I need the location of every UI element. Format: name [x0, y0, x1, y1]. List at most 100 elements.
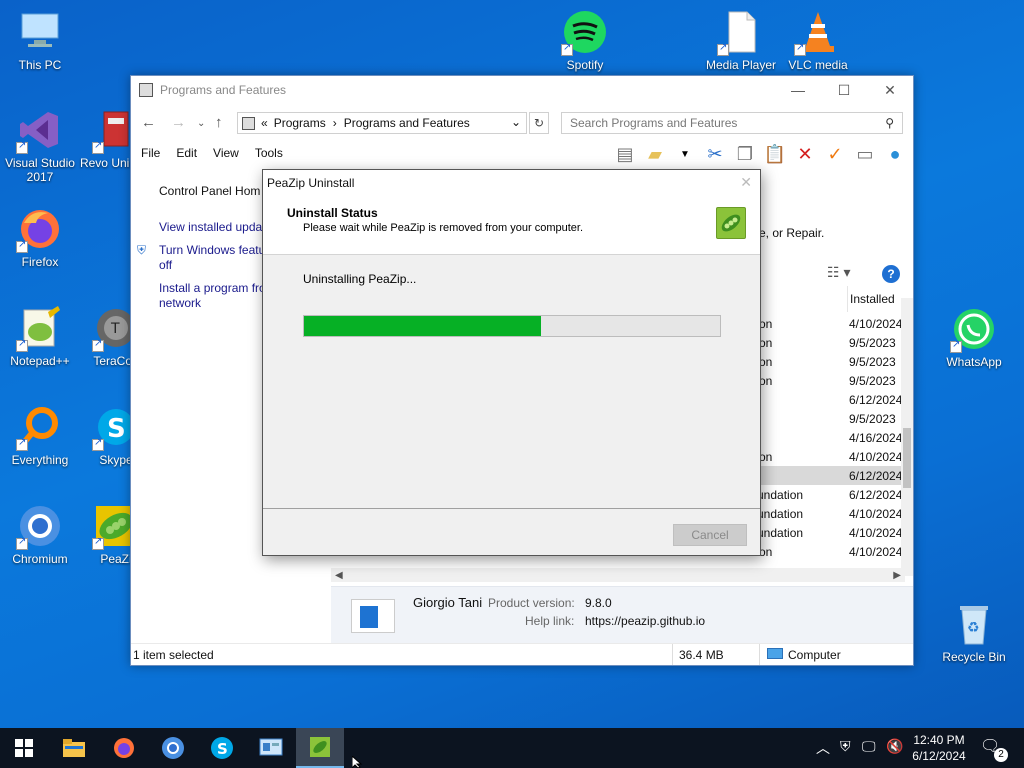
desktop-icon-label: Media Player [705, 58, 777, 72]
scrollbar-thumb[interactable] [903, 428, 911, 488]
windows-features-link[interactable]: ⛨ Turn Windows featu off [137, 243, 269, 273]
forward-arrow-icon[interactable]: → [171, 114, 186, 131]
breadcrumb-overflow[interactable]: « [261, 116, 268, 130]
clock[interactable]: 12:40 PM 6/12/2024 [906, 732, 972, 764]
dialog-close-icon[interactable]: ✕ [740, 174, 752, 191]
peazip-uninstall-dialog[interactable]: PeaZip Uninstall ✕ Uninstall Status Plea… [262, 169, 761, 556]
scroll-right-icon[interactable]: ▶ [893, 570, 901, 581]
refresh-button[interactable]: ↻ [529, 112, 549, 134]
view-options-icon[interactable]: ☷ ▾ [827, 264, 850, 281]
menu-view[interactable]: View [213, 146, 239, 160]
cut-icon[interactable]: ✂ [703, 142, 727, 166]
breadcrumb-separator: › [332, 116, 337, 130]
left-pane: Control Panel Hom View installed updat ⛨… [137, 184, 269, 311]
svg-text:T: T [110, 321, 120, 337]
checkmark-icon[interactable]: ✓ [823, 142, 847, 166]
dialog-titlebar[interactable]: PeaZip Uninstall [263, 170, 760, 195]
search-input[interactable]: Search Programs and Features ⚲ [561, 112, 903, 134]
maximize-button[interactable]: ☐ [821, 76, 867, 104]
desktop-icon-firefox[interactable]: Firefox [0, 205, 80, 269]
desktop-icon-label: Spotify [566, 58, 604, 72]
breadcrumb-programs-features[interactable]: Programs and Features [344, 116, 470, 130]
spotify-icon [561, 8, 609, 56]
close-button[interactable]: ✕ [867, 76, 913, 104]
recent-dropdown-icon[interactable]: ⌄ [197, 118, 205, 129]
desktop-icon-label: Everything [11, 453, 69, 467]
taskbar-peazip-uninstall[interactable] [296, 728, 344, 768]
desktop-icon-this-pc[interactable]: This PC [0, 8, 80, 72]
volume-muted-icon[interactable]: 🔇 [886, 738, 903, 755]
start-button[interactable] [0, 728, 48, 768]
row-install-date: 4/10/2024 [849, 507, 903, 521]
taskbar-skype[interactable]: S [198, 728, 246, 768]
desktop-icon-media-player[interactable]: Media Player [701, 8, 781, 72]
copy-icon[interactable]: ❐ [733, 142, 757, 166]
row-publisher: undation [757, 526, 804, 540]
menu-edit[interactable]: Edit [176, 146, 197, 160]
tray-overflow-chevron-icon[interactable]: ︿ [816, 738, 830, 758]
desktop-icon-label: WhatsApp [946, 355, 1002, 369]
status-divider [672, 644, 673, 665]
security-icon[interactable]: ⛨ [840, 738, 851, 755]
window-titlebar[interactable]: Programs and Features — ☐ ✕ [131, 76, 913, 104]
column-header-installed[interactable]: Installed [847, 286, 909, 312]
taskbar-file-explorer[interactable] [50, 728, 98, 768]
desktop-icon-label: Firefox [21, 255, 59, 269]
dropdown-icon[interactable]: ▼ [673, 142, 697, 166]
skype-icon: S [211, 737, 233, 759]
menu-bar: File Edit View Tools [141, 146, 283, 160]
row-install-date: 6/12/2024 [849, 469, 903, 483]
folder-icon[interactable]: ▰ [643, 142, 667, 166]
globe-icon[interactable]: ● [883, 142, 907, 166]
address-bar[interactable]: « Programs › Programs and Features ⌄ [237, 112, 527, 134]
desktop-icon-label: VLC media [788, 58, 848, 72]
notification-center-button[interactable]: 🗨 2 [980, 736, 1008, 762]
firefox-icon [114, 738, 134, 758]
control-panel-home-link[interactable]: Control Panel Hom [159, 184, 269, 199]
everything-search-icon [16, 403, 64, 451]
row-install-date: 4/10/2024 [849, 317, 903, 331]
dialog-header: Uninstall Status Please wait while PeaZi… [263, 195, 760, 255]
status-location: Computer [788, 648, 841, 662]
details-pane: Giorgio Tani Product version: 9.8.0 Help… [331, 586, 913, 644]
product-version-label: Product version: [488, 596, 575, 610]
install-from-network-link[interactable]: Install a program fro network [159, 281, 269, 311]
taskbar-chromium[interactable] [149, 728, 197, 768]
up-arrow-icon[interactable]: ↑ [215, 114, 223, 131]
menu-file[interactable]: File [141, 146, 160, 160]
address-dropdown-icon[interactable]: ⌄ [511, 115, 521, 129]
help-link-value[interactable]: https://peazip.github.io [585, 614, 705, 628]
control-panel-icon [259, 738, 283, 756]
desktop-icon-vlc[interactable]: VLC media [778, 8, 858, 72]
menu-tools[interactable]: Tools [255, 146, 283, 160]
vertical-scrollbar[interactable] [901, 298, 913, 576]
desktop-icon-notepadpp[interactable]: Notepad++ [0, 304, 80, 368]
taskbar-firefox[interactable] [100, 728, 148, 768]
desktop-icon-recycle-bin[interactable]: ♻ Recycle Bin [934, 600, 1014, 664]
desktop-icon-chromium[interactable]: Chromium [0, 502, 80, 566]
row-install-date: 9/5/2023 [849, 412, 896, 426]
layout-pane-icon[interactable]: ▤ [613, 142, 637, 166]
delete-icon[interactable]: ✕ [793, 142, 817, 166]
desktop-icon-visual-studio[interactable]: Visual Studio 2017 [0, 106, 80, 184]
desktop-icon-spotify[interactable]: Spotify [545, 8, 625, 72]
help-icon[interactable]: ? [882, 265, 900, 283]
desktop-icon-everything[interactable]: Everything [0, 403, 80, 467]
breadcrumb-programs[interactable]: Programs [274, 116, 326, 130]
properties-icon[interactable]: ▭ [853, 142, 877, 166]
back-arrow-icon[interactable]: ← [141, 114, 156, 131]
network-icon[interactable]: 🖵 [862, 738, 876, 755]
control-panel-small-icon [242, 116, 255, 130]
paste-icon[interactable]: 📋 [763, 142, 787, 166]
taskbar-control-panel[interactable] [247, 728, 295, 768]
horizontal-scrollbar[interactable]: ◀ ▶ [331, 568, 905, 582]
scroll-left-icon[interactable]: ◀ [335, 570, 343, 581]
row-install-date: 4/16/2024 [849, 431, 903, 445]
cancel-button[interactable]: Cancel [673, 524, 747, 546]
dialog-title: PeaZip Uninstall [267, 175, 355, 190]
peazip-logo-icon [716, 207, 746, 239]
desktop-icon-whatsapp[interactable]: WhatsApp [934, 305, 1014, 369]
row-publisher: on [759, 317, 773, 331]
minimize-button[interactable]: — [775, 76, 821, 104]
view-installed-updates-link[interactable]: View installed updat [159, 220, 269, 235]
